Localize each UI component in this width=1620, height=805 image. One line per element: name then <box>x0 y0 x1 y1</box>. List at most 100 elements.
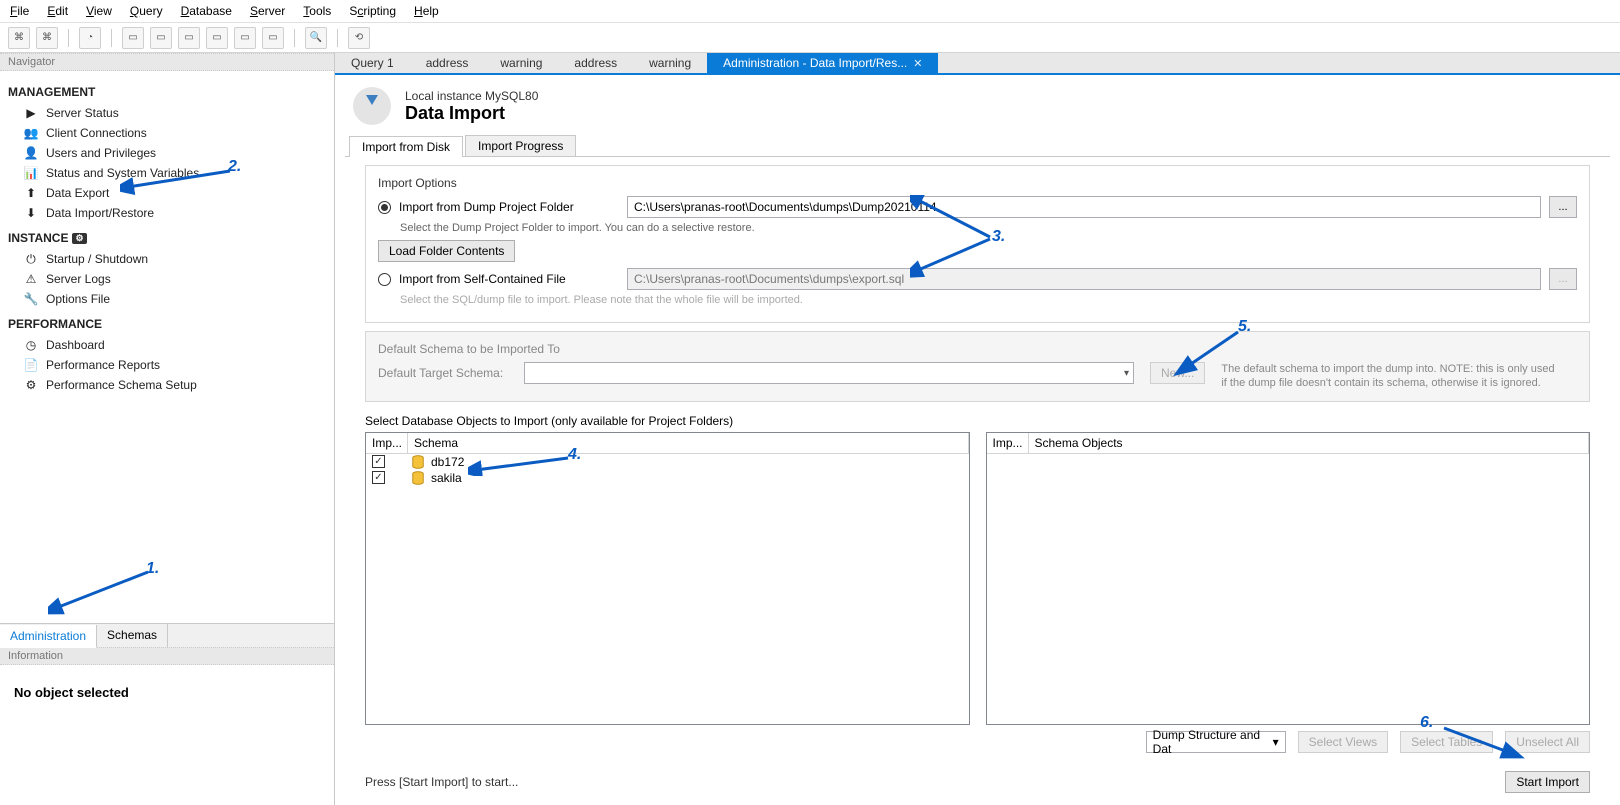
nav-server-status[interactable]: ▶Server Status <box>6 103 328 123</box>
nav-data-export[interactable]: ⬆Data Export <box>6 183 328 203</box>
start-import-button[interactable]: Start Import <box>1505 771 1590 793</box>
tab-query1[interactable]: Query 1 <box>335 53 410 73</box>
status-text: Press [Start Import] to start... <box>365 775 518 789</box>
self-contained-file-input[interactable] <box>627 268 1541 290</box>
tb-btn-7[interactable]: ▭ <box>206 27 228 49</box>
tb-btn-6[interactable]: ▭ <box>178 27 200 49</box>
browse-folder-button[interactable]: ... <box>1549 196 1577 218</box>
radio-dump-folder-label: Import from Dump Project Folder <box>399 200 619 214</box>
import-icon: ⬇ <box>24 206 38 220</box>
col-import-right: Imp... <box>987 433 1029 453</box>
tb-btn-5[interactable]: ▭ <box>150 27 172 49</box>
menu-query[interactable]: Query <box>130 4 163 18</box>
col-import-left: Imp... <box>366 433 408 453</box>
import-options-title: Import Options <box>378 176 1577 190</box>
import-options-group: Import Options Import from Dump Project … <box>365 165 1590 323</box>
nav-data-import[interactable]: ⬇Data Import/Restore <box>6 203 328 223</box>
vars-icon: 📊 <box>24 166 38 180</box>
dump-folder-help: Select the Dump Project Folder to import… <box>400 222 1577 234</box>
tb-open-sql[interactable]: ⌘ <box>36 27 58 49</box>
load-folder-contents-button[interactable]: Load Folder Contents <box>378 240 515 262</box>
navigator-tabs: Administration Schemas <box>0 623 334 647</box>
schemas-table: Imp... Schema ✓ db172 ✓ <box>365 432 970 725</box>
tab-admin-import[interactable]: Administration - Data Import/Res...✕ <box>707 53 938 73</box>
default-schema-label: Default Target Schema: <box>378 362 508 380</box>
instance-icon: ⚙ <box>72 233 86 244</box>
self-contained-help: Select the SQL/dump file to import. Plea… <box>400 294 1577 306</box>
radio-self-contained[interactable] <box>378 273 391 286</box>
gauge-icon: ◷ <box>24 338 38 352</box>
radio-dump-folder[interactable] <box>378 201 391 214</box>
power-icon: ⏻ <box>24 252 38 266</box>
menu-help[interactable]: Help <box>414 4 439 18</box>
menu-bar: File Edit View Query Database Server Too… <box>0 0 1620 23</box>
new-schema-button[interactable]: New... <box>1150 362 1205 384</box>
objects-title: Select Database Objects to Import (only … <box>365 414 1590 428</box>
menu-scripting[interactable]: Scripting <box>349 4 396 18</box>
tab-address-1[interactable]: address <box>410 53 485 73</box>
nav-perf-reports[interactable]: 📄Performance Reports <box>6 355 328 375</box>
tab-address-2[interactable]: address <box>558 53 633 73</box>
export-icon: ⬆ <box>24 186 38 200</box>
unselect-all-button[interactable]: Unselect All <box>1505 731 1590 753</box>
schema-row-sakila[interactable]: ✓ sakila <box>366 470 969 486</box>
tab-warning-1[interactable]: warning <box>484 53 558 73</box>
tb-btn-10[interactable]: 🔍 <box>305 27 327 49</box>
navigator-body: MANAGEMENT ▶Server Status 👥Client Connec… <box>0 71 334 623</box>
menu-view[interactable]: View <box>86 4 112 18</box>
select-tables-button[interactable]: Select Tables <box>1400 731 1493 753</box>
menu-server[interactable]: Server <box>250 4 285 18</box>
nav-server-logs[interactable]: ⚠Server Logs <box>6 269 328 289</box>
tab-schemas[interactable]: Schemas <box>97 624 168 647</box>
checkbox-db172[interactable]: ✓ <box>372 455 385 468</box>
tab-administration[interactable]: Administration <box>0 625 97 648</box>
nav-startup[interactable]: ⏻Startup / Shutdown <box>6 249 328 269</box>
dump-type-select[interactable]: Dump Structure and Dat▾ <box>1146 731 1286 753</box>
tab-import-disk[interactable]: Import from Disk <box>349 136 463 157</box>
warning-icon: ⚠ <box>24 272 38 286</box>
import-page-icon <box>353 87 391 125</box>
report-icon: 📄 <box>24 358 38 372</box>
chevron-down-icon: ▾ <box>1124 368 1129 379</box>
wrench-icon: 🔧 <box>24 292 38 306</box>
default-schema-note: The default schema to import the dump in… <box>1221 362 1561 391</box>
navigator-title: Navigator <box>0 53 334 71</box>
connection-icon: 👥 <box>24 126 38 140</box>
editor-tabs: Query 1 address warning address warning … <box>335 53 1620 75</box>
nav-client-connections[interactable]: 👥Client Connections <box>6 123 328 143</box>
menu-database[interactable]: Database <box>181 4 232 18</box>
tb-new-sql[interactable]: ⌘ <box>8 27 30 49</box>
schema-objects-table: Imp... Schema Objects <box>986 432 1591 725</box>
nav-options-file[interactable]: 🔧Options File <box>6 289 328 309</box>
checkbox-sakila[interactable]: ✓ <box>372 471 385 484</box>
tb-btn-11[interactable]: ⟲ <box>348 27 370 49</box>
menu-file[interactable]: File <box>10 4 29 18</box>
close-icon[interactable]: ✕ <box>913 57 922 70</box>
tb-btn-9[interactable]: ▭ <box>262 27 284 49</box>
dump-folder-path-input[interactable] <box>627 196 1541 218</box>
schema-row-db172[interactable]: ✓ db172 <box>366 454 969 470</box>
nav-perf-schema[interactable]: ⚙Performance Schema Setup <box>6 375 328 395</box>
menu-edit[interactable]: Edit <box>47 4 68 18</box>
tb-btn-4[interactable]: ▭ <box>122 27 144 49</box>
menu-tools[interactable]: Tools <box>303 4 331 18</box>
nav-users-privileges[interactable]: 👤Users and Privileges <box>6 143 328 163</box>
heading-instance: INSTANCE ⚙ <box>8 231 328 245</box>
heading-performance: PERFORMANCE <box>8 317 328 331</box>
col-schema-left: Schema <box>408 433 969 453</box>
information-title: Information <box>0 647 334 665</box>
tb-btn-3[interactable]: ◔ <box>79 27 101 49</box>
page-header: Local instance MySQL80 Data Import <box>345 81 1610 135</box>
browse-file-button[interactable]: ... <box>1549 268 1577 290</box>
tb-btn-8[interactable]: ▭ <box>234 27 256 49</box>
default-schema-group: Default Schema to be Imported To Default… <box>365 331 1590 402</box>
gear-icon: ⚙ <box>24 378 38 392</box>
default-schema-select[interactable]: ▾ <box>524 362 1134 384</box>
users-icon: 👤 <box>24 146 38 160</box>
nav-status-variables[interactable]: 📊Status and System Variables <box>6 163 328 183</box>
select-views-button[interactable]: Select Views <box>1298 731 1388 753</box>
nav-dashboard[interactable]: ◷Dashboard <box>6 335 328 355</box>
tab-warning-2[interactable]: warning <box>633 53 707 73</box>
default-schema-title: Default Schema to be Imported To <box>378 342 1577 356</box>
tab-import-progress[interactable]: Import Progress <box>465 135 576 156</box>
